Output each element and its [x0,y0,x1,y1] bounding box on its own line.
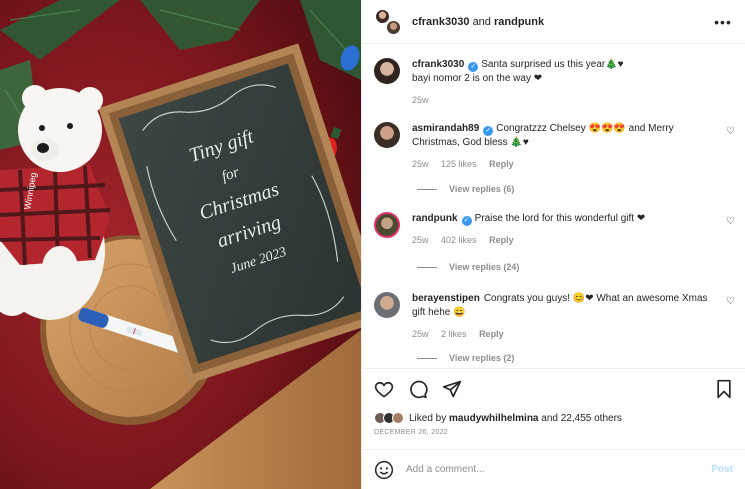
comment-icon[interactable] [408,379,428,399]
heart-icon[interactable]: ♡ [726,216,735,227]
avatar[interactable] [374,212,400,238]
divider [417,266,437,268]
verified-icon: ✓ [461,216,472,226]
more-icon[interactable]: ••• [713,14,733,30]
divider [417,188,437,190]
comment-user[interactable]: asmirandah89 [412,123,479,134]
comment-likes[interactable]: 402 likes [441,235,477,245]
post-image-illustration: Tiny gift for Christmas arriving June 20… [0,0,361,489]
collab-avatar[interactable] [374,7,402,36]
comment-time: 25w [412,159,429,169]
header-user2[interactable]: randpunk [494,16,544,28]
likes-user[interactable]: maudywhilhelmina [449,413,538,424]
avatar[interactable] [374,58,400,84]
comment-text: Praise the lord for this wonderful gift … [474,213,646,224]
view-replies-button[interactable]: View replies (24) [417,262,519,272]
caption-time: 25w [412,95,429,105]
header-user1[interactable]: cfrank3030 [412,16,470,28]
liker-avatars [374,412,404,424]
post-date: DECEMBER 26, 2022 [374,429,448,436]
heart-icon[interactable]: ♡ [726,126,735,137]
caption-user[interactable]: cfrank3030 [412,59,464,70]
verified-icon: ✓ [468,62,479,72]
post-photo[interactable]: Tiny gift for Christmas arriving June 20… [0,0,361,489]
share-icon[interactable] [442,379,462,399]
avatar[interactable] [374,292,400,318]
view-replies-button[interactable]: View replies (6) [417,184,514,194]
smile-icon[interactable] [374,460,394,480]
verified-icon: ✓ [483,126,494,136]
view-replies-button[interactable]: View replies (2) [417,353,514,363]
comment-user[interactable]: randpunk [412,213,458,224]
post-header: cfrank3030 and randpunk ••• [362,0,745,44]
comment-user[interactable]: berayenstipen [412,293,480,304]
comment-input[interactable] [406,464,712,475]
likes-suffix[interactable]: and 22,455 others [541,413,622,424]
comment-item: berayenstipen Congrats you guys! 😊❤ What … [374,292,735,341]
comments-list[interactable]: cfrank3030 ✓ Santa surprised us this year🎄… [362,44,745,368]
comment-time: 25w [412,329,429,339]
view-replies-label: View replies (2) [449,353,515,363]
caption-text-2: bayi nomor 2 is on the way ❤ [412,73,543,84]
avatar-user2 [385,18,402,36]
header-joiner: and [472,15,491,28]
view-replies-label: View replies (6) [449,184,515,194]
avatar[interactable] [374,122,400,148]
post-panel: cfrank3030 and randpunk ••• cfrank3030 ✓ S… [361,0,745,489]
collab-title: cfrank3030 and randpunk [412,16,713,28]
heart-icon[interactable] [374,379,394,399]
post-button[interactable]: Post [711,464,733,475]
view-replies-label: View replies (24) [449,262,520,272]
reply-button[interactable]: Reply [489,159,514,169]
comment-item: randpunk ✓ Praise the lord for this wonder… [374,212,735,247]
comment-likes[interactable]: 2 likes [441,329,467,339]
caption-text-1: Santa surprised us this year🎄♥ [481,59,624,70]
comment-likes[interactable]: 125 likes [441,159,477,169]
comment-item: asmirandah89 ✓ Congratzzz Chelsey 😍😍😍 and … [374,122,735,171]
reply-button[interactable]: Reply [479,329,504,339]
reply-button[interactable]: Reply [489,235,514,245]
likes-prefix: Liked by [409,412,447,424]
comment-time: 25w [412,235,429,245]
caption: cfrank3030 ✓ Santa surprised us this year🎄… [374,58,735,107]
likes-summary[interactable]: Liked by maudywhilhelmina and 22,455 oth… [362,409,745,427]
divider [417,357,437,359]
action-bar [362,369,745,409]
bookmark-icon[interactable] [715,379,733,399]
add-comment-bar: Post [362,449,745,489]
heart-icon[interactable]: ♡ [726,296,735,307]
